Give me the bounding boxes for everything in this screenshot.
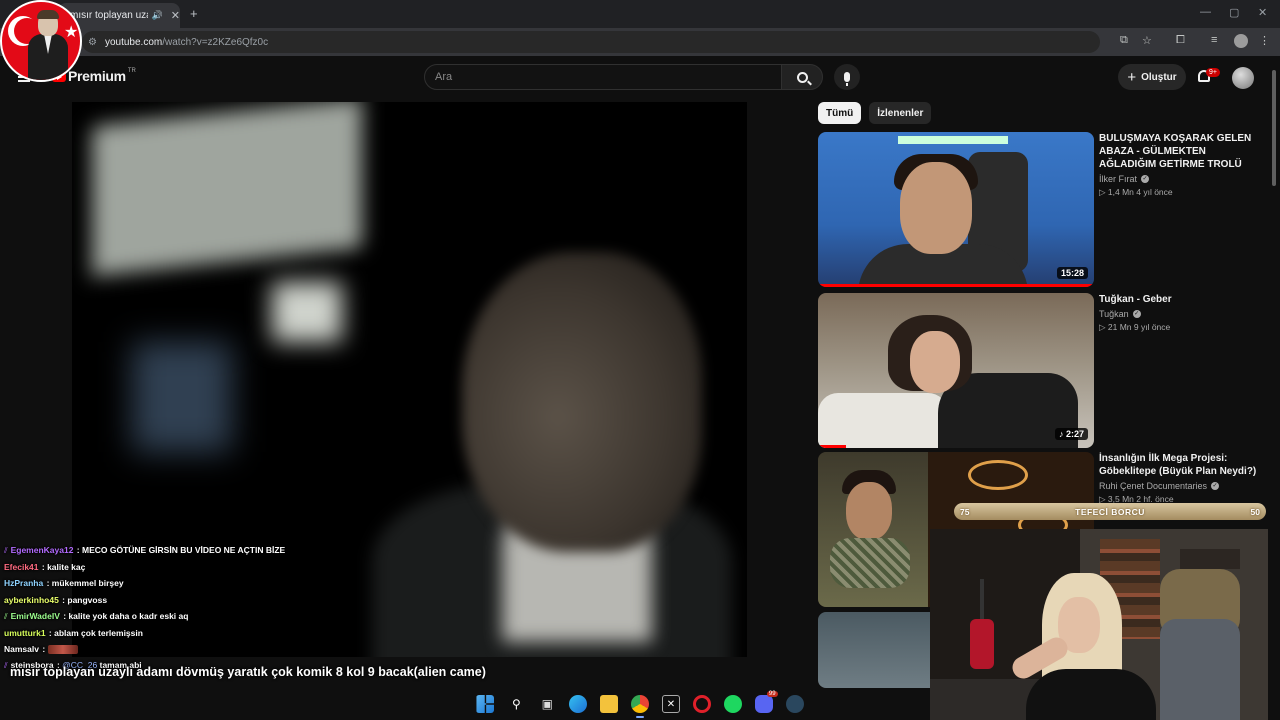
channel-name[interactable]: Tuğkan ✓	[1099, 309, 1259, 319]
verified-icon: ✓	[1132, 310, 1141, 318]
user-avatar[interactable]	[1232, 67, 1254, 89]
steam-icon[interactable]	[785, 695, 804, 713]
chat-message: HzPranha : mükemmel birşey	[4, 578, 124, 589]
chip-all[interactable]: Tümü	[818, 102, 862, 124]
duration-badge: 15:28	[1056, 267, 1088, 279]
address-bar-row: ⚙ youtube.com /watch?v=z2KZe6Qfz0c ⧉ ☆ ⧠…	[0, 28, 1280, 56]
stream-chat-overlay: ⫽ EgemenKaya12 : MECO GÖTÜNE GİRSİN BU Vİ…	[4, 542, 384, 675]
chat-message: ayberkinho45 : pangvoss	[4, 594, 108, 605]
country-code: TR	[127, 68, 136, 74]
minimize-button[interactable]: —	[1200, 6, 1211, 18]
video-meta: ▷ 21 Mn 9 yıl önce	[1099, 322, 1171, 332]
verified-icon: ✓	[1211, 482, 1220, 490]
notification-badge: 9+	[1206, 68, 1220, 77]
voice-search-button[interactable]	[834, 64, 860, 90]
opera-icon[interactable]	[692, 695, 711, 713]
close-tab-icon[interactable]: ✕	[171, 9, 180, 22]
video-title[interactable]: Tuğkan - Geber	[1099, 293, 1259, 306]
watch-progress-bar	[818, 445, 846, 448]
browser-menu-icon[interactable]: ⋮	[1259, 34, 1270, 47]
discord-icon[interactable]: 99	[754, 691, 778, 713]
browser-tab-bar: mısır toplayan uzaylı adamı 🔊 ✕ + — ▢ ✕	[0, 0, 1280, 28]
sub-badge-icon: ⫽	[4, 546, 8, 555]
video-frame-person	[462, 252, 702, 552]
brand-label: Premium	[68, 68, 126, 84]
streamer-facecam	[930, 529, 1268, 720]
filter-chips: Tümü İzlenenler	[818, 102, 932, 124]
video-info: İnsanlığın İlk Mega Projesi: Göbeklitepe…	[1099, 452, 1259, 505]
chat-message: ⫽ EgemenKaya12 : MECO GÖTÜNE GİRSİN BU Vİ…	[4, 545, 286, 555]
video-info: Tuğkan - Geber Tuğkan ✓ ▷ 21 Mn 9 yıl önc…	[1099, 293, 1259, 333]
chat-message: Namsalv :	[4, 641, 384, 657]
sub-badge-icon: ⫽	[4, 661, 8, 671]
duration-badge: ♪ 2:27	[1054, 428, 1088, 440]
plus-icon: +	[1127, 68, 1137, 86]
task-view-icon[interactable]: ▣	[538, 695, 556, 713]
tefeci-borcu-bar: 75 TEFECİ BORCU 50	[954, 503, 1266, 520]
bookmark-star-icon[interactable]: ☆	[1142, 34, 1152, 47]
new-tab-button[interactable]: +	[190, 6, 198, 21]
video-title[interactable]: BULUŞMAYA KOŞARAK GELEN ABAZA - GÜLMEKTE…	[1099, 132, 1259, 171]
sub-badge-icon: ⫽	[4, 611, 8, 621]
maximize-button[interactable]: ▢	[1229, 6, 1239, 19]
tefeci-right-value: 50	[1250, 506, 1260, 517]
channel-name[interactable]: İlker Fırat ✓	[1099, 174, 1259, 184]
search-input[interactable]	[435, 65, 781, 89]
browser-profile-avatar[interactable]	[1234, 34, 1248, 48]
search-icon	[796, 71, 808, 83]
reading-list-icon[interactable]: ≡	[1211, 34, 1217, 46]
create-button[interactable]: + Oluştur	[1118, 64, 1186, 90]
create-label: Oluştur	[1141, 71, 1177, 83]
verified-icon: ✓	[1141, 175, 1150, 183]
file-explorer-icon[interactable]	[600, 695, 619, 713]
chat-message: Efecik41 : kalite kaç	[4, 562, 86, 573]
x-app-icon[interactable]: ✕	[661, 695, 680, 713]
windows-taskbar: ⚲ ▣ ✕ 99	[470, 688, 810, 720]
chat-message: umutturk1 : ablam çok terlemişsin	[4, 628, 143, 639]
video-info: BULUŞMAYA KOŞARAK GELEN ABAZA - GÜLMEKTE…	[1099, 132, 1259, 198]
chip-watched[interactable]: İzlenenler	[869, 102, 932, 124]
video-thumbnail[interactable]: ♪ 2:27	[818, 293, 1094, 448]
emote-icon	[47, 645, 78, 655]
site-info-icon[interactable]: ⚙	[88, 37, 97, 48]
video-title[interactable]: İnsanlığın İlk Mega Projesi: Göbeklitepe…	[1099, 452, 1259, 478]
url-path: /watch?v=z2KZe6Qfz0c	[162, 36, 269, 48]
windows-start-icon[interactable]	[476, 695, 495, 713]
page-scrollbar[interactable]	[1271, 60, 1277, 688]
search-button[interactable]	[781, 64, 823, 90]
portrait-figure	[28, 10, 68, 80]
microphone-icon	[970, 619, 994, 669]
spotify-icon[interactable]	[723, 695, 742, 713]
omnibox[interactable]: ⚙ youtube.com /watch?v=z2KZe6Qfz0c	[82, 31, 1100, 53]
video-meta: ▷ 1,4 Mn 4 yıl önce	[1099, 187, 1173, 197]
youtube-header: Premium TR + Oluştur 9+	[0, 56, 1280, 100]
channel-name[interactable]: Ruhi Çenet Documentaries ✓	[1099, 481, 1259, 491]
tab-title: mısır toplayan uzaylı adamı	[70, 10, 148, 21]
audio-icon[interactable]: 🔊	[152, 10, 163, 21]
microphone-icon	[844, 72, 850, 86]
stream-video-title: mısır toplayan uzaylı adamı dövmüş yarat…	[10, 665, 486, 679]
tefeci-label: TEFECİ BORCU	[1075, 506, 1145, 517]
extensions-icon[interactable]: ⧠	[1176, 34, 1185, 47]
turkish-flag-portrait-overlay: ★	[0, 0, 82, 82]
tefeci-left-value: 75	[960, 506, 970, 517]
chrome-icon[interactable]	[630, 695, 649, 718]
search-icon[interactable]: ⚲	[507, 695, 525, 713]
search-field	[424, 64, 782, 90]
cast-icon[interactable]: ⧉	[1120, 34, 1128, 47]
url-host: youtube.com	[104, 36, 163, 48]
edge-icon[interactable]	[569, 695, 588, 713]
chat-message: ⫽ EmirWadeIV : kalite yok daha o kadr esk…	[4, 610, 189, 621]
watch-progress-bar	[818, 284, 1094, 287]
video-thumbnail[interactable]: 15:28	[818, 132, 1094, 287]
close-window-button[interactable]: ✕	[1258, 6, 1267, 19]
